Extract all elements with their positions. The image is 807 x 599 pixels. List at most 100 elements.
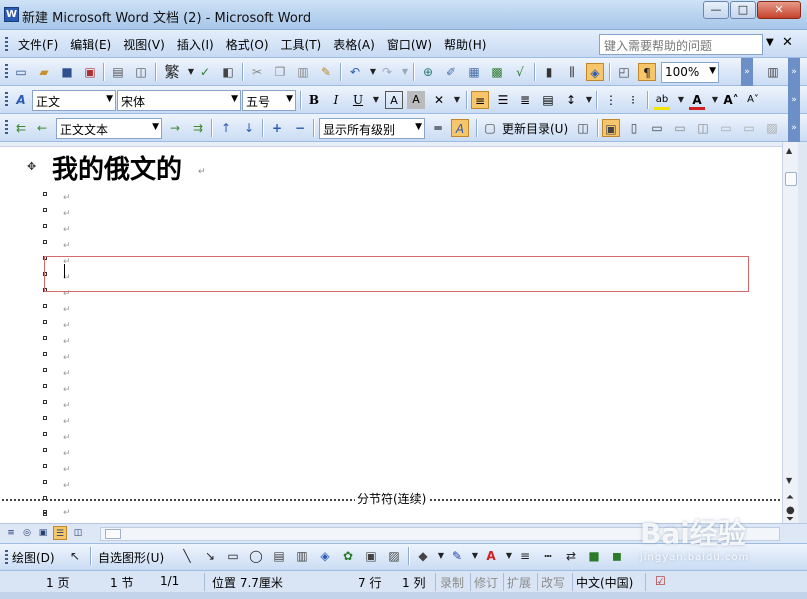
outline-bullet-icon[interactable]: [43, 432, 47, 436]
status-overtype[interactable]: 改写: [541, 574, 565, 591]
outline-bullet-icon[interactable]: [43, 448, 47, 452]
outline-bullet-icon[interactable]: [43, 510, 47, 514]
status-language[interactable]: 中文(中国): [576, 574, 633, 591]
outline-bullet-icon[interactable]: [43, 224, 47, 228]
copy-icon[interactable]: ❐: [271, 63, 289, 81]
menu-edit[interactable]: 编辑(E): [64, 36, 117, 53]
undo-icon[interactable]: ↶: [346, 63, 364, 81]
select-objects-icon[interactable]: ↖: [66, 547, 84, 565]
spelling-icon[interactable]: ✓: [196, 63, 214, 81]
line-style-icon[interactable]: ≡: [516, 547, 534, 565]
help-search-input[interactable]: 键入需要帮助的问题: [599, 34, 763, 55]
horizontal-scroll-thumb[interactable]: [105, 529, 121, 539]
outline-expand-handle-icon[interactable]: ✥: [27, 160, 36, 173]
status-track-changes[interactable]: 修订: [474, 574, 498, 591]
traditional-chinese-icon[interactable]: 繁: [162, 63, 182, 81]
scroll-thumb[interactable]: [785, 172, 797, 186]
word-app-icon[interactable]: W: [4, 7, 19, 22]
outline-level-dropdown-icon[interactable]: ▼: [152, 122, 159, 132]
permission-icon[interactable]: ▣: [81, 63, 99, 81]
toolbar-options-icon[interactable]: »: [741, 58, 753, 86]
outline-bullet-icon[interactable]: [43, 464, 47, 468]
close-button[interactable]: ✕: [757, 1, 801, 19]
merge-subdoc-icon[interactable]: ▭: [717, 119, 735, 137]
normal-view-icon[interactable]: ≡: [4, 526, 18, 540]
side-by-side-icon[interactable]: ▥: [764, 63, 782, 81]
style-select[interactable]: 正文 ▼: [32, 90, 116, 111]
style-dropdown-icon[interactable]: ▼: [106, 94, 113, 104]
outline-bullet-icon[interactable]: [43, 320, 47, 324]
master-document-view-icon[interactable]: ▣: [602, 119, 620, 137]
grow-font-icon[interactable]: A˄: [722, 91, 740, 109]
move-up-icon[interactable]: ↑: [217, 119, 235, 137]
outline-bullet-icon[interactable]: [43, 352, 47, 356]
columns-icon[interactable]: ▮: [540, 63, 558, 81]
line-color-icon[interactable]: ✎: [448, 547, 466, 565]
tables-borders-icon[interactable]: ✐: [442, 63, 460, 81]
vertical-scrollbar[interactable]: ▲ ▼ ⏶ ● ⏷: [782, 142, 798, 525]
help-dropdown-icon[interactable]: ▼: [766, 37, 774, 48]
menu-grip-handle[interactable]: [5, 37, 8, 51]
redo-dropdown-icon[interactable]: ▼: [396, 63, 414, 81]
outline-bullet-icon[interactable]: [43, 480, 47, 484]
web-view-icon[interactable]: ◎: [20, 526, 34, 540]
shadow-style-icon[interactable]: ■: [585, 547, 603, 565]
outline-bullet-icon[interactable]: [43, 400, 47, 404]
show-level-dropdown-icon[interactable]: ▼: [415, 122, 422, 132]
scroll-up-icon[interactable]: ▲: [786, 146, 792, 155]
zoom-dropdown-icon[interactable]: ▼: [709, 66, 716, 76]
underline-dropdown-icon[interactable]: ▼: [367, 91, 385, 109]
status-extend[interactable]: 扩展: [507, 574, 531, 591]
scroll-down-icon[interactable]: ▼: [786, 476, 792, 485]
save-icon[interactable]: ■: [58, 63, 76, 81]
drawing-icon[interactable]: ⫼: [563, 63, 581, 81]
redo-icon[interactable]: ↷: [378, 63, 396, 81]
lock-document-icon[interactable]: ▨: [763, 119, 781, 137]
wordart-icon[interactable]: ◈: [316, 547, 334, 565]
shrink-font-icon[interactable]: A˅: [744, 91, 762, 109]
document-canvas[interactable]: [0, 142, 782, 523]
spelling-status-icon[interactable]: ☑: [655, 574, 666, 588]
status-record[interactable]: 录制: [440, 574, 464, 591]
underline-button[interactable]: U: [349, 91, 367, 109]
align-right-icon[interactable]: ≣: [516, 91, 534, 109]
move-down-icon[interactable]: ↓: [240, 119, 258, 137]
zoom-select[interactable]: 100% ▼: [661, 62, 719, 83]
create-subdoc-icon[interactable]: ▭: [648, 119, 666, 137]
size-select[interactable]: 五号 ▼: [242, 90, 296, 111]
insert-subdoc-icon[interactable]: ◫: [694, 119, 712, 137]
outline-view-icon[interactable]: ☰: [53, 526, 67, 540]
autoshapes-menu-button[interactable]: 自选图形(U): [98, 549, 164, 566]
draw-menu-button[interactable]: 绘图(D): [12, 549, 55, 566]
reading-mode-icon[interactable]: ◰: [615, 63, 633, 81]
expand-icon[interactable]: +: [268, 119, 286, 137]
numbering-icon[interactable]: ⋮: [602, 91, 620, 109]
outline-bullet-icon[interactable]: [43, 240, 47, 244]
paste-icon[interactable]: ▥: [294, 63, 312, 81]
arrow-style-icon[interactable]: ⇄: [562, 547, 580, 565]
menu-tools[interactable]: 工具(T): [275, 36, 328, 53]
char-shading-icon[interactable]: A: [407, 91, 425, 109]
show-formatting-icon[interactable]: A: [451, 119, 469, 137]
diagram-icon[interactable]: ✿: [339, 547, 357, 565]
outline-bullet-icon[interactable]: [43, 304, 47, 308]
outline-bullet-icon[interactable]: [43, 336, 47, 340]
demote-icon[interactable]: →: [166, 119, 184, 137]
line-spacing-icon[interactable]: ↕: [562, 91, 580, 109]
format-painter-icon[interactable]: ✎: [317, 63, 335, 81]
new-document-icon[interactable]: ▭: [12, 63, 30, 81]
clip-art-icon[interactable]: ▣: [362, 547, 380, 565]
char-scaling-icon[interactable]: ✕: [430, 91, 448, 109]
collapse-icon[interactable]: −: [291, 119, 309, 137]
hyperlink-icon[interactable]: ⊕: [419, 63, 437, 81]
outline-bullet-icon[interactable]: [43, 384, 47, 388]
fill-color-icon[interactable]: ◆: [414, 547, 432, 565]
menu-help[interactable]: 帮助(H): [438, 36, 492, 53]
justify-align-icon[interactable]: ≡: [471, 91, 489, 109]
insert-table-icon[interactable]: ▦: [465, 63, 483, 81]
update-toc-icon[interactable]: ▢: [481, 119, 499, 137]
go-to-toc-icon[interactable]: ◫: [574, 119, 592, 137]
toolbar-grip-handle[interactable]: [5, 92, 8, 108]
menu-table[interactable]: 表格(A): [327, 36, 381, 53]
outline-bullet-icon[interactable]: [43, 416, 47, 420]
